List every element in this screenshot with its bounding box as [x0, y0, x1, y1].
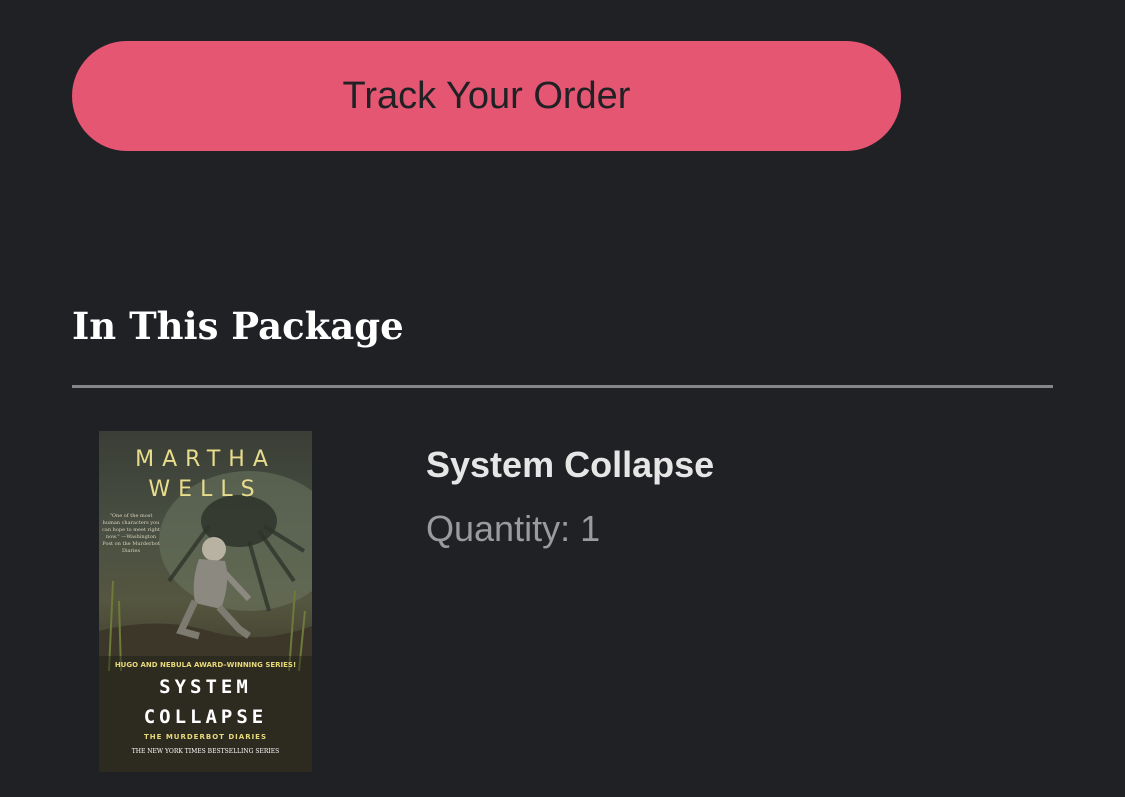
cover-author-first-name: MARTHA [135, 447, 276, 472]
cover-blurb: "One of the most human characters you ca… [102, 513, 160, 554]
book-cover-image[interactable]: MARTHA WELLS "One of the most human char… [99, 431, 312, 772]
cover-bestseller-line: THE NEW YORK TIMES BESTSELLING SERIES [131, 748, 280, 755]
cover-title-line-2: COLLAPSE [143, 706, 268, 728]
track-your-order-button[interactable]: Track Your Order [72, 41, 901, 151]
cover-title-line-1: SYSTEM [159, 676, 252, 698]
section-divider [72, 385, 1053, 388]
cover-author-last-name: WELLS [148, 477, 263, 502]
item-quantity: Quantity: 1 [426, 508, 601, 549]
item-title[interactable]: System Collapse [426, 444, 714, 486]
section-title: In This Package [72, 304, 404, 348]
cover-award-line: HUGO AND NEBULA AWARD–WINNING SERIES! [114, 661, 297, 669]
cover-series-name: THE MURDERBOT DIARIES [143, 733, 268, 741]
